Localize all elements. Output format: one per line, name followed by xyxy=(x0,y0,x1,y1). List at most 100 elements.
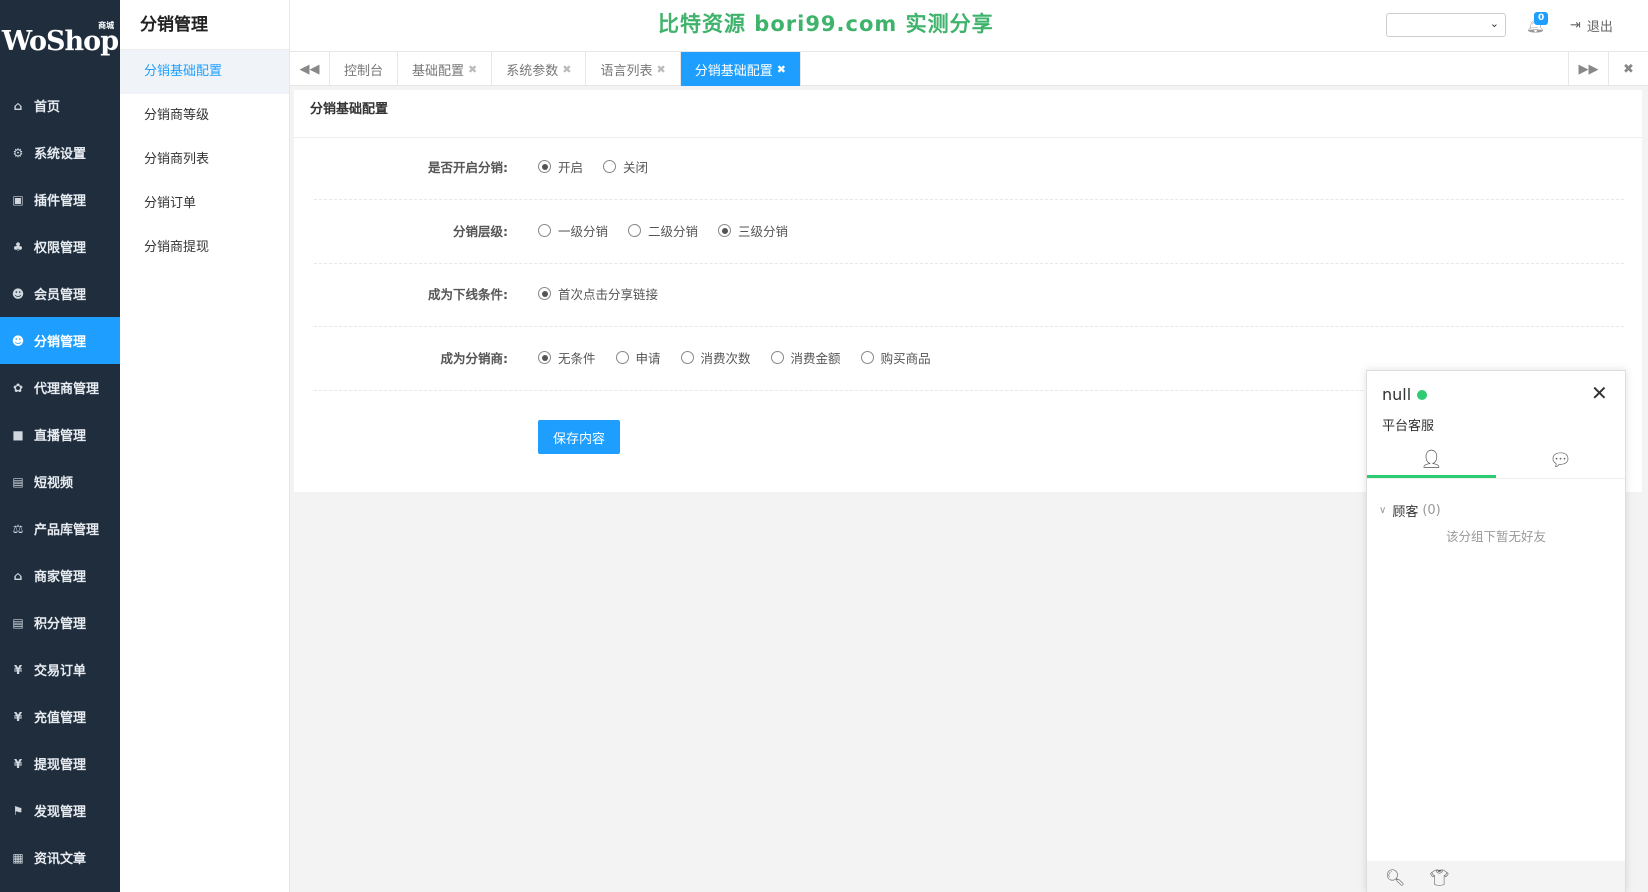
chat-footer: 🔍︎ 👕︎ xyxy=(1367,861,1625,892)
tab-2[interactable]: 系统参数 ✖ xyxy=(492,52,587,86)
submenu-title: 分销管理 xyxy=(120,0,289,50)
radio-option[interactable]: 无条件 xyxy=(538,348,596,367)
tab-scroll-right-button[interactable]: ▶▶ xyxy=(1568,52,1608,86)
sidebar-item-label: 插件管理 xyxy=(34,194,87,209)
sidebar-item-6[interactable]: ✿ 代理商管理 xyxy=(0,364,120,411)
radio-button[interactable] xyxy=(770,351,784,364)
radio-option[interactable]: 关闭 xyxy=(603,157,648,176)
chat-widget: null ✕ 平台客服 👤︎ 💬︎ ∨ 顾客 (0) 该分组下暂无好友 🔍︎ 👕… xyxy=(1366,370,1626,892)
close-all-tabs-button[interactable]: ✖ xyxy=(1608,52,1648,86)
sidebar-item-label: 直播管理 xyxy=(34,429,87,444)
tab-4[interactable]: 分销基础配置 ✖ xyxy=(680,52,801,86)
radio-option[interactable]: 购买商品 xyxy=(860,348,931,367)
radio-label: 首次点击分享链接 xyxy=(558,287,659,302)
tab-label: 基础配置 xyxy=(412,63,465,79)
submenu-item-3[interactable]: 分销订单 xyxy=(120,182,289,226)
radio-option[interactable]: 一级分销 xyxy=(538,221,608,240)
tab-close-icon[interactable]: ✖ xyxy=(562,63,571,76)
double-chevron-left-icon: ◀◀ xyxy=(299,61,320,77)
sidebar-item-label: 系统设置 xyxy=(34,147,87,162)
tab-3[interactable]: 语言列表 ✖ xyxy=(586,52,681,86)
empty-group-text: 该分组下暂无好友 xyxy=(1445,529,1546,544)
store-select[interactable]: ⌄ xyxy=(1386,13,1506,37)
sidebar-item-13[interactable]: ¥ 充值管理 xyxy=(0,693,120,740)
chat-tab-contacts[interactable]: 👤︎ xyxy=(1367,443,1496,478)
tab-close-icon[interactable]: ✖ xyxy=(777,63,786,76)
submenu-item-4[interactable]: 分销商提现 xyxy=(120,226,289,270)
sidebar-item-label: 提现管理 xyxy=(34,758,87,773)
radio-button[interactable] xyxy=(615,351,629,364)
radio-option[interactable]: 申请 xyxy=(615,348,661,367)
tab-scroll-left-button[interactable]: ◀◀ xyxy=(290,52,330,86)
save-button[interactable]: 保存内容 xyxy=(538,420,620,454)
radio-button[interactable] xyxy=(603,160,617,173)
radio-button[interactable] xyxy=(538,287,551,300)
radio-button[interactable] xyxy=(538,160,551,173)
tab-close-icon[interactable]: ✖ xyxy=(657,63,666,76)
tab-1[interactable]: 基础配置 ✖ xyxy=(398,52,493,86)
radio-button[interactable] xyxy=(860,351,874,364)
chat-user-name: null xyxy=(1382,385,1428,404)
logout-button[interactable]: ⇥ 退出 xyxy=(1570,16,1613,35)
radio-button[interactable] xyxy=(538,224,551,237)
radio-option[interactable]: 三级分销 xyxy=(718,221,788,240)
submenu-item-1[interactable]: 分销商等级 xyxy=(120,94,289,138)
tab-0[interactable]: 控制台 xyxy=(330,52,399,86)
chat-tab-messages[interactable]: 💬︎ xyxy=(1496,443,1625,478)
main-sidebar: WoShop 商城 ⌂ 首页 ⚙ 系统设置 ▣ 插件管理 ♣ 权限管理 ☻ 会员管理 ☻ 分销管理 ✿ 代理… xyxy=(0,0,120,892)
radio-option[interactable]: 消费次数 xyxy=(680,348,751,367)
sidebar-item-label: 分销管理 xyxy=(34,335,87,350)
online-status-dot xyxy=(1417,389,1428,400)
chat-user-name-text: null xyxy=(1382,385,1412,404)
sidebar-item-15[interactable]: ⚑ 发现管理 xyxy=(0,787,120,834)
tabs-bar: ◀◀ 控制台 基础配置 ✖ 系统参数 ✖ 语言列表 ✖ 分销基础配置 ✖ ▶▶ ✖ xyxy=(290,52,1648,86)
search-icon[interactable]: 🔍︎ xyxy=(1385,868,1405,887)
sidebar-item-2[interactable]: ▣ 插件管理 xyxy=(0,176,120,223)
sidebar-item-11[interactable]: ▤ 积分管理 xyxy=(0,599,120,646)
sidebar-item-12[interactable]: ¥ 交易订单 xyxy=(0,646,120,693)
skin-icon[interactable]: 👕︎ xyxy=(1429,868,1449,887)
radio-button[interactable] xyxy=(628,224,642,237)
scale-icon: ⚖ xyxy=(12,521,24,536)
radio-option[interactable]: 首次点击分享链接 xyxy=(538,284,658,303)
contact-group[interactable]: ∨ 顾客 (0) xyxy=(1379,501,1441,520)
radio-button[interactable] xyxy=(718,224,732,237)
home-icon: ⌂ xyxy=(13,98,23,113)
sitemap-icon: ♣ xyxy=(12,239,24,254)
tab-label: 控制台 xyxy=(344,63,384,79)
sidebar-item-4[interactable]: ☻ 会员管理 xyxy=(0,270,120,317)
sidebar-item-9[interactable]: ⚖ 产品库管理 xyxy=(0,505,120,552)
document-icon: ▤ xyxy=(12,474,24,489)
tab-close-icon[interactable]: ✖ xyxy=(468,63,477,76)
radio-option[interactable]: 消费金额 xyxy=(770,348,841,367)
logo-sup-text: 商城 xyxy=(98,20,115,30)
radio-group: 首次点击分享链接 xyxy=(538,284,678,303)
sidebar-item-3[interactable]: ♣ 权限管理 xyxy=(0,223,120,270)
sidebar-item-label: 资讯文章 xyxy=(34,852,87,867)
sidebar-item-16[interactable]: ▦ 资讯文章 xyxy=(0,834,120,881)
sidebar-item-0[interactable]: ⌂ 首页 xyxy=(0,82,120,129)
radio-option[interactable]: 开启 xyxy=(538,157,583,176)
radio-group: 一级分销 二级分销 三级分销 xyxy=(538,221,808,240)
submenu-item-0[interactable]: 分销基础配置 xyxy=(120,50,289,94)
panel-title: 分销基础配置 xyxy=(294,90,1642,138)
submenu: 分销管理 分销基础配置 分销商等级 分销商列表 分销订单 分销商提现 xyxy=(120,0,290,892)
submenu-item-2[interactable]: 分销商列表 xyxy=(120,138,289,182)
radio-button[interactable] xyxy=(538,351,551,364)
yen-icon: ¥ xyxy=(13,709,23,724)
close-icon: ✕ xyxy=(1591,381,1608,405)
sidebar-item-5[interactable]: ☻ 分销管理 xyxy=(0,317,120,364)
sidebar-item-label: 积分管理 xyxy=(34,617,87,632)
sidebar-item-10[interactable]: ⌂ 商家管理 xyxy=(0,552,120,599)
radio-button[interactable] xyxy=(680,351,694,364)
chat-close-button[interactable]: ✕ xyxy=(1591,381,1608,405)
sidebar-item-1[interactable]: ⚙ 系统设置 xyxy=(0,129,120,176)
radio-option[interactable]: 二级分销 xyxy=(628,221,698,240)
form-label: 成为分销商: xyxy=(440,351,509,366)
sidebar-item-14[interactable]: ¥ 提现管理 xyxy=(0,740,120,787)
submenu-list: 分销基础配置 分销商等级 分销商列表 分销订单 分销商提现 xyxy=(120,50,289,270)
users-icon: ☻ xyxy=(11,286,25,301)
radio-group: 无条件 申请 消费次数 消费金额 购买商品 xyxy=(538,348,951,367)
sidebar-item-8[interactable]: ▤ 短视频 xyxy=(0,458,120,505)
sidebar-item-7[interactable]: ■ 直播管理 xyxy=(0,411,120,458)
